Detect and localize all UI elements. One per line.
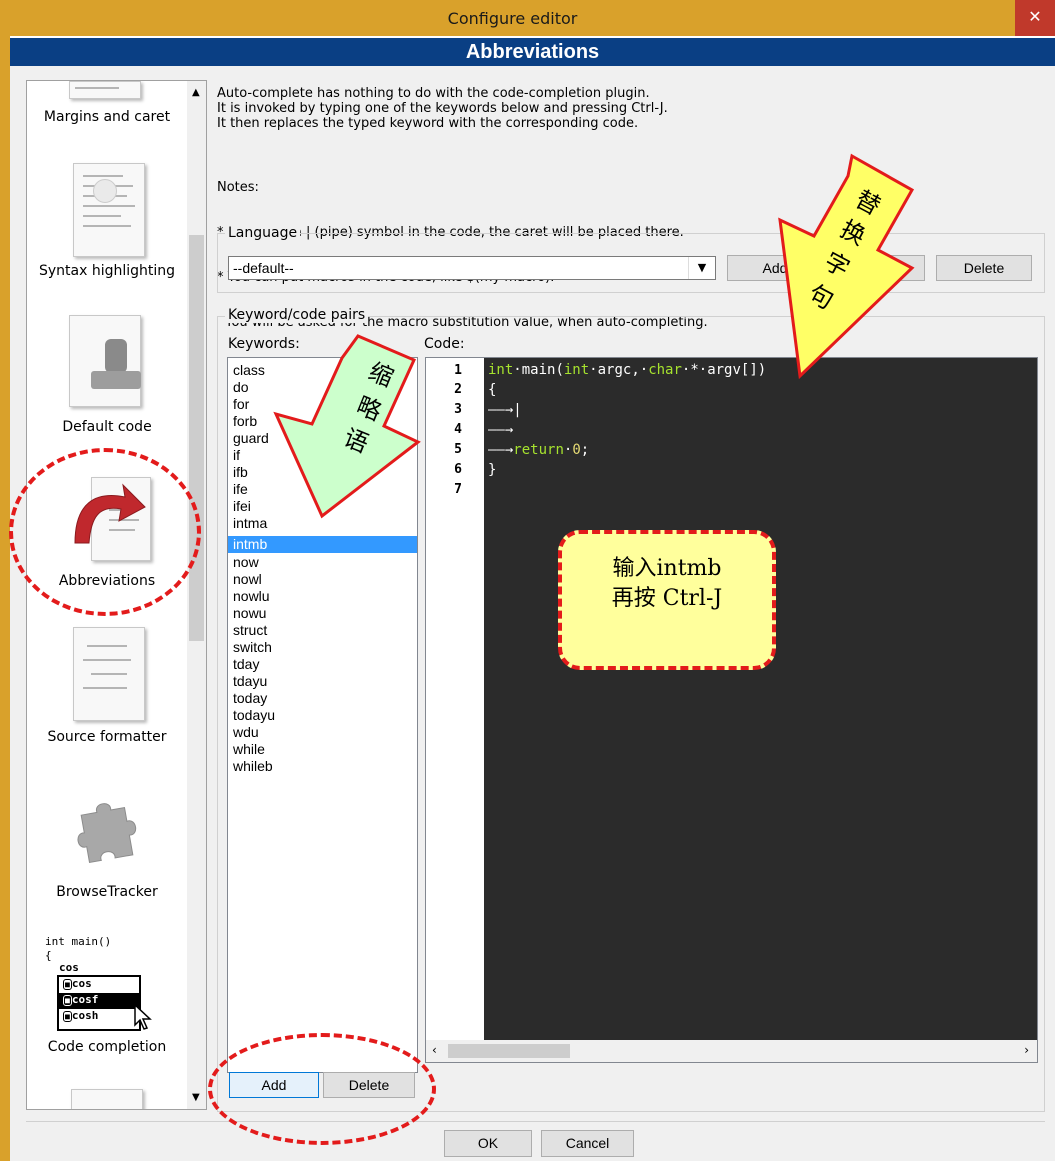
list-item[interactable]: switch: [228, 639, 417, 656]
section-banner: Abbreviations: [10, 38, 1055, 66]
language-delete-button[interactable]: Delete: [936, 255, 1032, 281]
line-number-gutter: 1 2 3 4 5 6 7: [426, 358, 484, 1040]
scroll-right-icon[interactable]: ›: [1024, 1043, 1029, 1057]
code-label: Code:: [424, 336, 465, 352]
code-line-4: ——→: [488, 422, 514, 438]
line-number: 7: [454, 482, 462, 497]
list-item[interactable]: today: [228, 690, 417, 707]
pairs-group-title: Keyword/code pairs: [225, 307, 369, 323]
language-group-title: Language: [225, 225, 301, 241]
code-line-2: {: [488, 382, 497, 398]
line-number: 3: [454, 402, 462, 417]
code-horizontal-scrollbar[interactable]: ‹ ›: [426, 1040, 1037, 1062]
window-title: Configure editor: [447, 9, 578, 28]
sidebar-item-code-completion[interactable]: Code completion: [27, 1039, 187, 1055]
code-completion-icon: int main() { cos ■ cos ■ cosf ■ cosh: [45, 933, 175, 1035]
list-item[interactable]: tdayu: [228, 673, 417, 690]
chevron-down-icon: ▼: [688, 257, 715, 279]
line-number: 1: [454, 363, 462, 378]
close-button[interactable]: ✕: [1015, 0, 1055, 36]
source-formatter-icon: [65, 625, 149, 725]
scroll-up-icon[interactable]: ▲: [192, 87, 200, 98]
close-icon: ✕: [1028, 7, 1042, 26]
list-item[interactable]: now: [228, 554, 417, 571]
margins-icon: [65, 81, 149, 101]
instruction-callout: 输入intmb 再按 Ctrl-J: [558, 530, 776, 670]
annotation-circle-buttons: [208, 1033, 436, 1145]
next-item-icon: [71, 1089, 143, 1109]
ok-button[interactable]: OK: [444, 1130, 532, 1157]
sidebar-item-source-formatter[interactable]: Source formatter: [27, 729, 187, 745]
description-text: Auto-complete has nothing to do with the…: [217, 86, 668, 131]
sidebar-item-browsetracker[interactable]: BrowseTracker: [27, 884, 187, 900]
language-select[interactable]: --default-- ▼: [228, 256, 716, 280]
sidebar-scroll-thumb[interactable]: [189, 235, 204, 641]
window-left-border: [0, 0, 10, 1161]
default-code-stamp-icon: [65, 313, 149, 413]
list-item[interactable]: struct: [228, 622, 417, 639]
code-line-5: ——→return·0;: [488, 442, 590, 458]
code-line-1: int·main(int·argc,·char·*·argv[]): [488, 362, 767, 378]
puzzle-piece-icon: [65, 787, 149, 887]
list-item[interactable]: nowu: [228, 605, 417, 622]
list-item[interactable]: wdu: [228, 724, 417, 741]
annotation-circle-abbreviations: [9, 448, 201, 616]
sidebar-item-syntax-highlighting[interactable]: Syntax highlighting: [27, 263, 187, 279]
replace-text-arrow: [778, 153, 915, 380]
list-item[interactable]: nowl: [228, 571, 417, 588]
line-number: 2: [454, 382, 462, 397]
sidebar-scrollbar[interactable]: ▲ ▼: [187, 81, 206, 1109]
scroll-left-icon[interactable]: ‹: [432, 1043, 437, 1057]
footer-divider: [26, 1121, 1045, 1122]
sidebar-item-margins-and-caret[interactable]: Margins and caret: [27, 109, 187, 125]
sidebar-item-default-code[interactable]: Default code: [27, 419, 187, 435]
list-item-selected[interactable]: intmb: [228, 536, 417, 553]
list-item[interactable]: tday: [228, 656, 417, 673]
code-scroll-thumb[interactable]: [448, 1044, 570, 1058]
code-line-6: }: [488, 462, 497, 478]
list-item[interactable]: nowlu: [228, 588, 417, 605]
code-line-3: ——→|: [488, 402, 522, 418]
cancel-button[interactable]: Cancel: [541, 1130, 634, 1157]
syntax-highlighting-icon: [65, 159, 149, 259]
line-number: 4: [454, 422, 462, 437]
list-item[interactable]: todayu: [228, 707, 417, 724]
scroll-down-icon[interactable]: ▼: [192, 1092, 200, 1103]
list-item[interactable]: while: [228, 741, 417, 758]
code-editor[interactable]: 1 2 3 4 5 6 7 int·main(int·argc,·char·*·…: [425, 357, 1038, 1063]
list-item[interactable]: whileb: [228, 758, 417, 775]
line-number: 6: [454, 462, 462, 477]
line-number: 5: [454, 442, 462, 457]
title-bar: Configure editor: [10, 0, 1055, 36]
